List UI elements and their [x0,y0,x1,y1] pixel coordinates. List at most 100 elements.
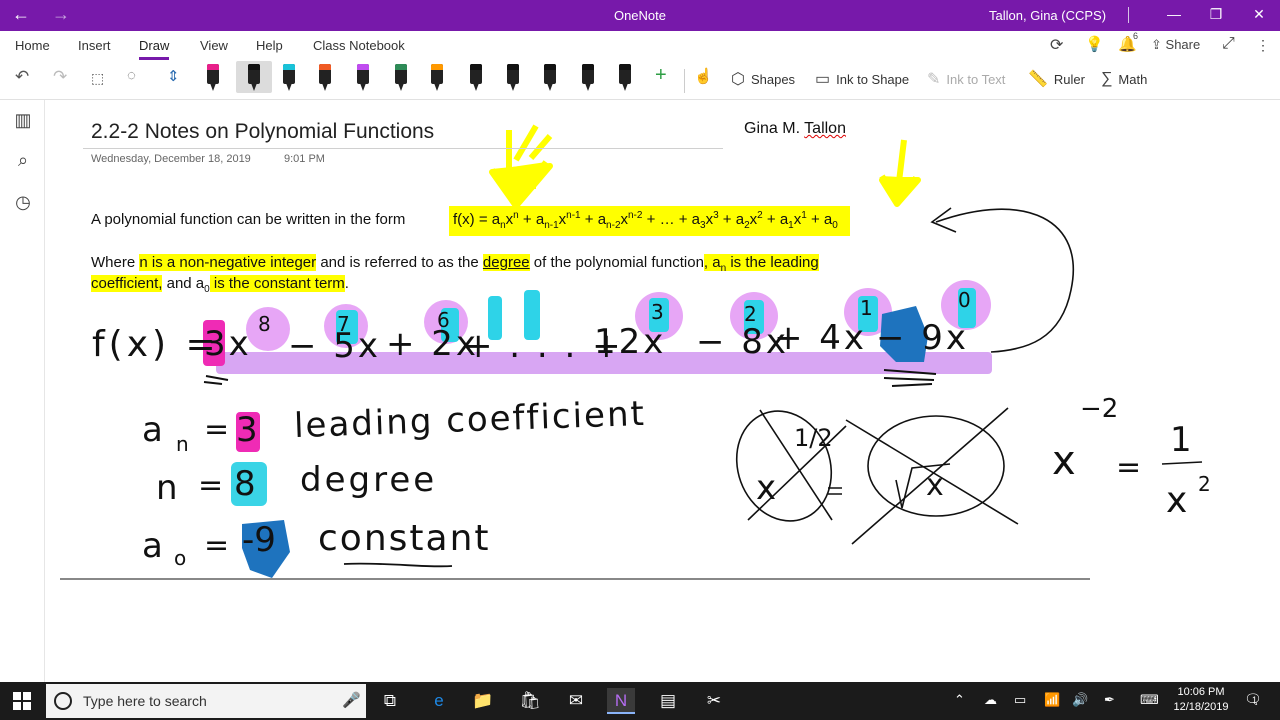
share-icon: ⇪ [1151,37,1162,52]
ribbon-separator [684,69,685,93]
handwritten-x-squared: x [1166,480,1188,521]
handwritten-exponent: 2 [744,302,757,326]
page-time: 9:01 PM [284,153,325,165]
tab-help[interactable]: Help [256,38,283,57]
ink-to-shape-icon: ▭ [815,71,831,88]
formula-term: a3x3 [692,210,719,231]
pen-7-icon[interactable] [426,61,448,93]
search-icon[interactable]: ⌕ [12,150,34,171]
sync-icon[interactable]: ⟳ [1050,35,1063,55]
note-page[interactable]: 2.2-2 Notes on Polynomial Functions Wedn… [46,100,1280,682]
pen-workspace-icon[interactable]: ✒ [1104,692,1115,708]
lightbulb-icon[interactable]: 💡 [1085,35,1104,53]
handwritten-an-label: a [142,410,163,450]
pen-12-icon[interactable] [614,61,636,93]
signed-in-user[interactable]: Tallon, Gina (CCPS) [989,8,1106,23]
app-taskbar-icon[interactable]: ▤ [654,688,682,714]
recent-icon[interactable]: ◷ [12,192,34,213]
notebooks-icon[interactable]: ▥ [12,110,34,131]
handwritten-term: 3x [204,324,252,364]
intro-text[interactable]: A polynomial function can be written in … [91,211,405,228]
show-hidden-icons[interactable]: ⌃ [954,692,965,708]
handwritten-equals: = [1116,450,1142,485]
where-text: and a [162,275,205,292]
tab-class-notebook[interactable]: Class Notebook [313,38,405,57]
windows-start-icon[interactable] [13,692,31,710]
minimize-button[interactable]: — [1164,6,1184,22]
where-line-2[interactable]: coefficient, and a0 is the constant term… [91,275,349,295]
mail-icon[interactable]: ✉ [562,688,590,714]
clock-time: 10:06 PM [1177,686,1225,698]
pen-1-icon[interactable] [202,61,224,93]
pen-10-icon[interactable] [539,61,561,93]
undo-icon[interactable]: ↶ [15,67,29,87]
network-icon[interactable]: 📶 [1044,692,1060,708]
ink-replay-icon[interactable]: ☝ [694,67,713,85]
onenote-taskbar-icon[interactable]: N [607,688,635,714]
microphone-icon[interactable]: 🎤 [342,691,361,709]
term-coefficient: a [491,211,501,228]
ink-to-shape-button[interactable]: ▭ Ink to Shape [815,65,909,93]
taskbar-clock[interactable]: 10:06 PM 12/18/2019 [1168,685,1234,715]
share-button[interactable]: ⇪ Share [1151,37,1200,53]
term-subscript: n-1 [544,220,559,231]
formula-plus: + [762,211,780,228]
tab-insert[interactable]: Insert [78,38,111,57]
ink-to-text-button[interactable]: ✎ Ink to Text [927,65,1005,93]
pen-9-icon[interactable] [502,61,524,93]
redo-icon[interactable]: ↷ [53,67,67,87]
pen-5-icon[interactable] [352,61,374,93]
horizontal-scrollbar[interactable] [60,578,1090,580]
lasso-select-icon[interactable]: ◌ [127,67,136,84]
select-objects-icon[interactable]: ⬚ [91,70,104,87]
store-icon[interactable]: 🛍 [516,688,544,714]
handwritten-term: − 5x [288,326,382,366]
math-button[interactable]: ∑ Math [1101,65,1147,93]
tab-home[interactable]: Home [15,38,50,57]
term-subscript: 0 [832,220,838,231]
tab-draw[interactable]: Draw [139,38,170,60]
ink-to-text-label: Ink to Text [946,71,1006,87]
term-exponent: n-1 [566,210,581,221]
formula-term: … [660,211,675,228]
handwritten-half-exponent: 1/2 [794,424,833,452]
handwritten-a0-value: -9 [242,520,276,560]
add-pen-icon[interactable]: + [655,64,667,87]
expand-icon[interactable]: ⤢ [1222,35,1235,53]
pen-2-icon[interactable] [236,61,272,93]
term-coefficient: a [597,211,607,228]
pen-3-icon[interactable] [278,61,300,93]
ruler-button[interactable]: 📏 Ruler [1028,65,1085,93]
handwritten-constant: constant [318,518,491,559]
page-title[interactable]: 2.2-2 Notes on Polynomial Functions [91,120,434,144]
handwritten-exponent: 6 [437,308,450,332]
formula-term: a2x2 [736,210,763,231]
volume-icon[interactable]: 🔊 [1072,692,1088,708]
where-line-1[interactable]: Where n is a non-negative integer and is… [91,254,819,274]
handwritten-one: 1 [1170,420,1192,460]
pen-8-icon[interactable] [465,61,487,93]
add-space-icon[interactable]: ⇕ [167,67,180,85]
handwritten-x-sqrt: x [926,468,944,503]
more-options-icon[interactable]: ⋮ [1256,37,1270,54]
math-icon: ∑ [1101,70,1113,87]
where-leading: is the leading [726,254,819,271]
pen-4-icon[interactable] [314,61,336,93]
restore-button[interactable]: ❐ [1206,6,1226,23]
author-name[interactable]: Gina M. Tallon [744,120,846,138]
pen-6-icon[interactable] [390,61,412,93]
close-button[interactable]: ✕ [1249,6,1269,23]
battery-icon[interactable]: ▭ [1014,692,1026,708]
snipping-tool-icon[interactable]: ✂ [700,688,728,714]
handwritten-term: − 9x [876,318,970,358]
edge-icon[interactable]: e [425,688,453,714]
keyboard-icon[interactable]: ⌨ [1140,692,1159,708]
file-explorer-icon[interactable]: 📁 [469,688,497,714]
tab-view[interactable]: View [200,38,228,57]
pen-11-icon[interactable] [577,61,599,93]
taskbar-search[interactable]: Type here to search 🎤 [46,684,366,718]
shapes-button[interactable]: ⬡ Shapes [731,65,795,93]
task-view-icon[interactable]: ⧉ [376,688,404,714]
onedrive-icon[interactable]: ☁ [984,692,997,708]
general-form-formula[interactable]: f(x) = anxn + an-1xn-1 + an-2xn-2 + … + … [449,206,850,236]
